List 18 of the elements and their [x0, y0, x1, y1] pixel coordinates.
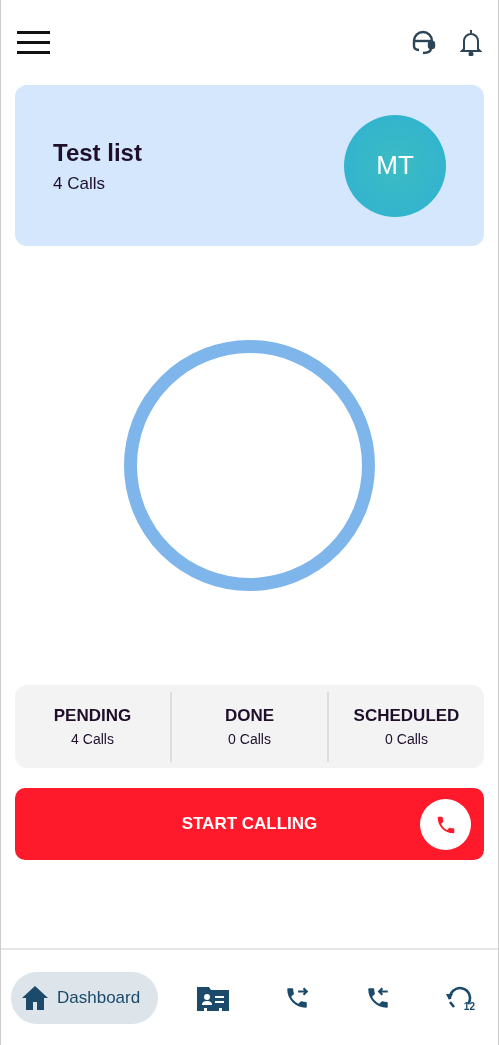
list-title: Test list — [53, 137, 142, 168]
contact-card-icon — [197, 984, 230, 1011]
nav-tab[interactable]: 12 — [430, 971, 488, 1024]
stat-label: SCHEDULED — [353, 705, 460, 728]
bell-icon[interactable] — [460, 29, 482, 56]
menu-icon[interactable] — [17, 31, 50, 54]
stat-value: 0 Calls — [228, 729, 271, 749]
headset-icon[interactable] — [410, 29, 436, 56]
stat-label: PENDING — [53, 705, 132, 728]
stat-value: 0 Calls — [385, 729, 428, 749]
avatar: MT — [344, 114, 446, 217]
phone-icon — [420, 799, 471, 850]
dashboard-tab[interactable]: Dashboard — [11, 971, 159, 1024]
stat-value: 4 Calls — [71, 729, 114, 749]
start-calling-button[interactable]: START CALLING — [15, 788, 484, 860]
stat-label: DONE — [224, 705, 275, 728]
call-count: 4 Calls — [53, 172, 106, 195]
home-icon — [21, 984, 49, 1011]
